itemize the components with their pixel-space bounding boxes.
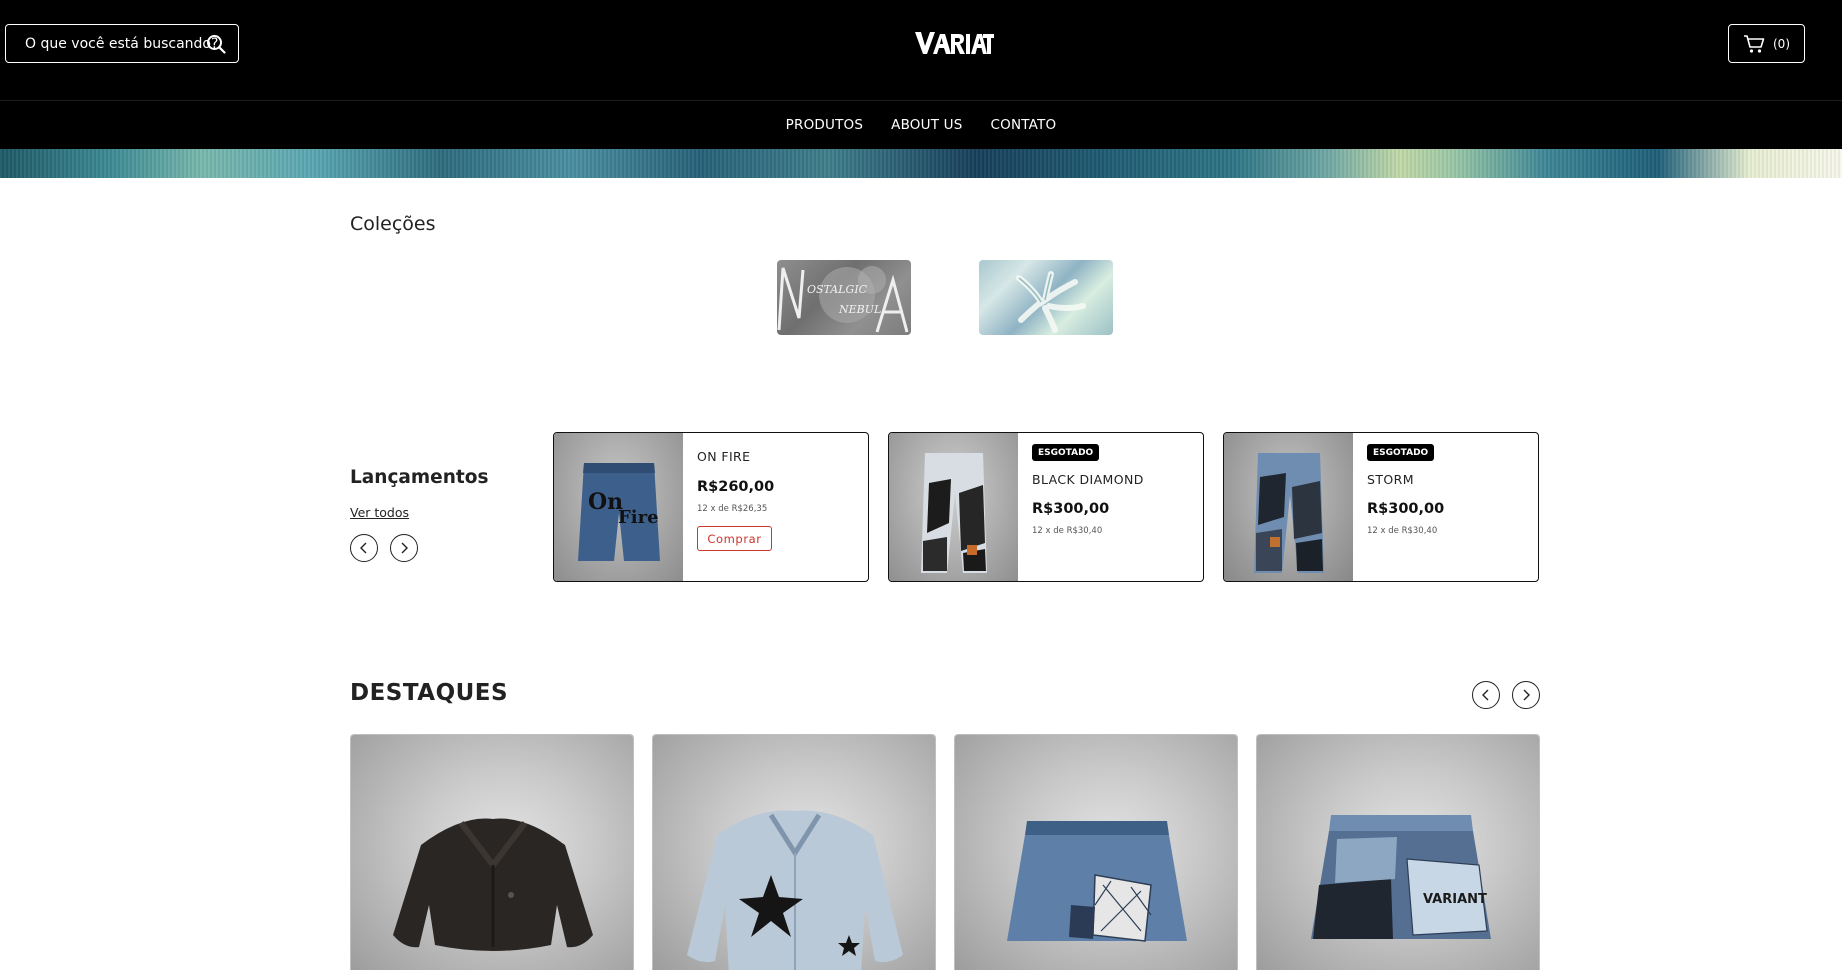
product-installments: 12 x de R$26,35 — [697, 504, 768, 514]
svg-text:Fire: Fire — [618, 507, 659, 528]
variant-skirt-image: VARIANT — [1311, 815, 1491, 939]
product-card-black-diamond[interactable]: ESGOTADO BLACK DIAMOND R$300,00 12 x de … — [888, 432, 1204, 582]
search-placeholder: O que você está buscando? — [25, 35, 219, 52]
chevron-right-icon — [1523, 689, 1530, 701]
logo[interactable] — [913, 28, 995, 60]
cart-button[interactable]: (0) — [1728, 24, 1805, 63]
releases-prev-button[interactable] — [350, 534, 378, 562]
chevron-left-icon — [1482, 689, 1489, 701]
cart-count: (0) — [1773, 36, 1790, 51]
nav-link-contato[interactable]: CONTATO — [991, 117, 1057, 133]
featured-next-button[interactable] — [1512, 681, 1540, 709]
search-input[interactable]: O que você está buscando? — [5, 24, 239, 63]
product-name: STORM — [1367, 472, 1414, 487]
search-icon[interactable] — [206, 34, 226, 54]
featured-card-fur-jacket[interactable] — [350, 734, 634, 970]
nav-link-about-us[interactable]: ABOUT US — [891, 117, 962, 133]
holographic-artwork — [1016, 271, 1086, 333]
featured-prev-button[interactable] — [1472, 681, 1500, 709]
product-price: R$300,00 — [1032, 501, 1110, 517]
sold-out-badge: ESGOTADO — [1367, 444, 1435, 461]
product-image — [889, 433, 1018, 581]
releases-title: Lançamentos — [350, 467, 489, 488]
product-name: ON FIRE — [697, 449, 751, 464]
nostalgic-nebula-artwork: OSTALGIC NEBUL — [777, 266, 909, 333]
collection-tile-nostalgic-nebula[interactable]: OSTALGIC NEBUL — [777, 260, 911, 335]
product-price: R$300,00 — [1367, 501, 1445, 517]
featured-card-variant-skirt[interactable]: VARIANT — [1256, 734, 1540, 970]
product-installments: 12 x de R$30,40 — [1032, 526, 1103, 536]
product-image: On Fire — [554, 433, 683, 581]
chevron-left-icon — [360, 542, 367, 554]
collections-title: Coleções — [350, 213, 436, 235]
patchwork-skirt-image — [1007, 821, 1187, 942]
featured-title: DESTAQUES — [350, 680, 509, 706]
releases-next-button[interactable] — [390, 534, 418, 562]
product-name: BLACK DIAMOND — [1032, 472, 1144, 487]
fur-jacket-image — [393, 818, 593, 951]
svg-text:VARIANT: VARIANT — [1423, 892, 1487, 907]
product-price: R$260,00 — [697, 479, 775, 495]
product-card-on-fire[interactable]: On Fire ON FIRE R$260,00 12 x de R$26,35… — [553, 432, 869, 582]
chevron-right-icon — [401, 542, 408, 554]
svg-text:NEBUL: NEBUL — [838, 303, 881, 316]
product-installments: 12 x de R$30,40 — [1367, 526, 1438, 536]
collection-tile-holographic[interactable] — [979, 260, 1113, 335]
product-image — [1224, 433, 1353, 581]
buy-button[interactable]: Comprar — [697, 526, 772, 551]
featured-card-patchwork-skirt[interactable] — [954, 734, 1238, 970]
product-card-storm[interactable]: ESGOTADO STORM R$300,00 12 x de R$30,40 — [1223, 432, 1539, 582]
featured-card-star-jacket[interactable] — [652, 734, 936, 970]
svg-text:OSTALGIC: OSTALGIC — [807, 283, 868, 296]
nav-link-produtos[interactable]: PRODUTOS — [786, 117, 863, 133]
header-bar: O que você está buscando? (0) — [0, 0, 1842, 100]
see-all-link[interactable]: Ver todos — [350, 505, 409, 520]
star-jacket-image — [687, 810, 903, 970]
main-nav: PRODUTOS ABOUT US CONTATO — [0, 100, 1842, 149]
hero-banner-strip — [0, 149, 1842, 178]
cart-icon — [1744, 34, 1765, 53]
sold-out-badge: ESGOTADO — [1032, 444, 1100, 461]
